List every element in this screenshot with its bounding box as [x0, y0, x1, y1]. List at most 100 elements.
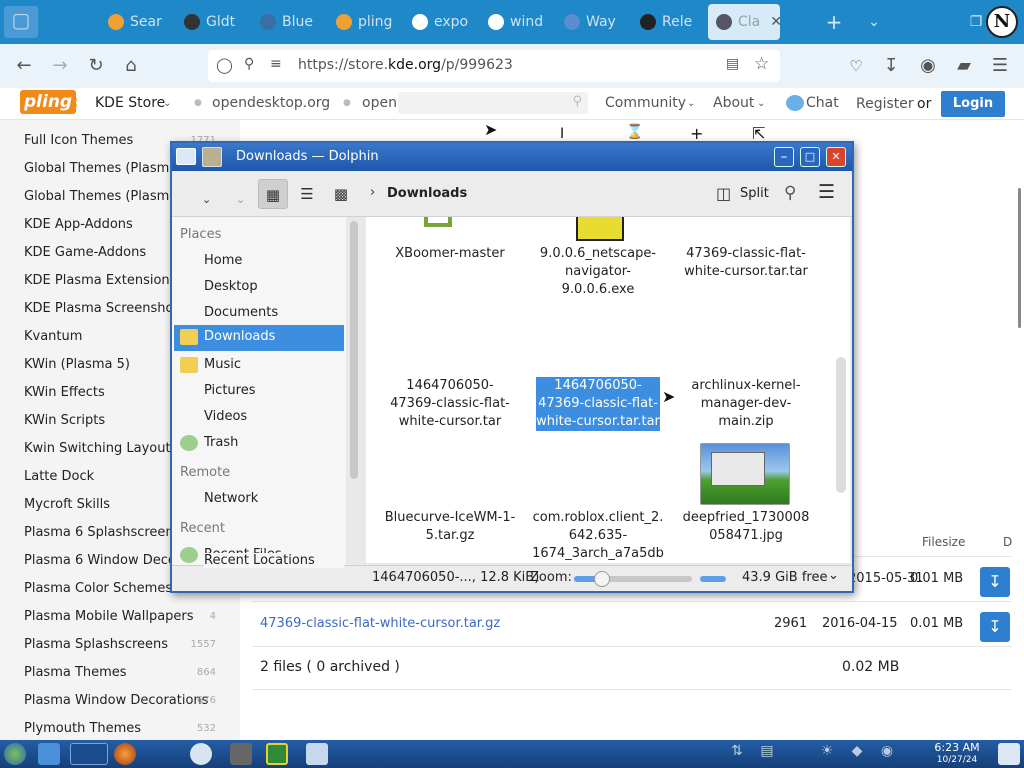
back-icon[interactable]: ←: [10, 52, 38, 80]
file-item[interactable]: XBoomer-master: [384, 245, 516, 263]
taskbar-clock[interactable]: 6:23 AM 10/27/24: [916, 740, 998, 768]
clipboard-tray-icon[interactable]: ▤: [756, 743, 778, 765]
file-item[interactable]: 1464706050-47369-classic-flat-white-curs…: [384, 377, 516, 431]
category-item[interactable]: Plasma Themes 864: [0, 665, 240, 687]
chevron-down-icon[interactable]: ⌄: [163, 98, 171, 109]
search-icon[interactable]: ⚲: [572, 94, 582, 109]
forward-icon[interactable]: →: [46, 52, 74, 80]
opendesktop-link[interactable]: opendesktop.org: [212, 95, 330, 111]
show-desktop-icon[interactable]: [998, 743, 1020, 765]
extensions-icon[interactable]: ▰: [950, 52, 978, 80]
login-button[interactable]: Login: [941, 91, 1005, 117]
lock-icon[interactable]: ⚲: [244, 56, 254, 72]
file-item[interactable]: archlinux-kernel-manager-dev-main.zip: [680, 377, 812, 431]
tab-gldt[interactable]: Gldt: [176, 4, 246, 40]
search-icon[interactable]: ⚲: [784, 183, 796, 203]
tab-list-icon[interactable]: ▢: [4, 6, 38, 38]
new-tab-icon[interactable]: +: [820, 8, 848, 36]
breadcrumb-downloads[interactable]: Downloads: [387, 186, 467, 201]
pling-logo[interactable]: pling: [20, 90, 77, 114]
place-network[interactable]: Network: [204, 491, 258, 506]
statusbar-menu-chevron-icon[interactable]: ⌄: [828, 568, 839, 583]
category-item[interactable]: Plasma Splashscreens 1557: [0, 637, 240, 659]
about-menu[interactable]: About: [713, 95, 754, 111]
profile-avatar[interactable]: N: [986, 6, 1018, 38]
reader-view-icon[interactable]: ▤: [726, 56, 739, 72]
zoom-slider[interactable]: [574, 571, 692, 587]
file-item-selected[interactable]: 1464706050-47369-classic-flat-white-curs…: [536, 377, 660, 431]
back-dropdown-icon[interactable]: ⌄: [202, 193, 211, 206]
split-icon[interactable]: ◫: [716, 184, 731, 203]
hamburger-menu-icon[interactable]: ☰: [818, 181, 835, 203]
place-recent-locations[interactable]: Recent Locations: [204, 553, 344, 568]
page-scrollbar[interactable]: [1018, 188, 1021, 328]
taskbar-terminal-icon[interactable]: [230, 743, 252, 765]
place-desktop[interactable]: Desktop: [204, 279, 258, 294]
compact-view-button[interactable]: ☰: [292, 179, 322, 209]
minimize-button[interactable]: ⎯: [774, 147, 794, 167]
url-bar[interactable]: ◯ ⚲ ≡ https://store.kde.org/p/999623 ▤ ☆: [208, 50, 780, 82]
download-icon[interactable]: ↧: [980, 567, 1010, 597]
tab-cla-active[interactable]: Cla ✕: [708, 4, 780, 40]
file-view-scrollbar[interactable]: [836, 357, 846, 493]
taskbar-firefox-icon[interactable]: [114, 743, 136, 765]
close-button[interactable]: ✕: [826, 147, 846, 167]
places-scrollbar[interactable]: [350, 221, 358, 479]
tab-way[interactable]: Way: [556, 4, 626, 40]
dolphin-titlebar[interactable]: Downloads — Dolphin ⎯ □ ✕: [172, 143, 852, 171]
site-search-input[interactable]: ⚲: [398, 92, 588, 114]
category-item[interactable]: Plasma Window Decorations 676: [0, 693, 240, 715]
url-text[interactable]: https://store.kde.org/p/999623: [298, 57, 513, 73]
file-item[interactable]: Bluecurve-IceWM-1-5.tar.gz: [384, 509, 516, 545]
download-icon[interactable]: ↧: [980, 612, 1010, 642]
tab-search[interactable]: Sear: [100, 4, 166, 40]
menu-icon[interactable]: ☰: [986, 52, 1014, 80]
taskbar-dolphin-icon[interactable]: [70, 743, 108, 765]
image-thumbnail[interactable]: [700, 443, 790, 505]
home-icon[interactable]: ⌂: [117, 52, 145, 80]
file-item[interactable]: 47369-classic-flat-white-cursor.tar.tar: [680, 245, 812, 281]
place-music[interactable]: Music: [204, 357, 241, 372]
zoom-slider-handle[interactable]: [594, 571, 611, 587]
forward-dropdown-icon[interactable]: ⌄: [236, 193, 245, 206]
place-videos[interactable]: Videos: [204, 409, 247, 424]
file-item[interactable]: 9.0.0.6_netscape-navigator-9.0.0.6.exe: [532, 245, 664, 299]
permissions-icon[interactable]: ≡: [270, 56, 282, 72]
window-menu-icon[interactable]: [202, 147, 222, 167]
wifi-tray-icon[interactable]: ◆: [846, 743, 868, 765]
chevron-down-icon[interactable]: ⌄: [757, 98, 765, 109]
tab-rele[interactable]: Rele: [632, 4, 702, 40]
register-link[interactable]: Register: [856, 96, 914, 112]
close-tab-icon[interactable]: ✕: [770, 14, 780, 30]
pocket-icon[interactable]: ♡: [842, 52, 870, 80]
file-item[interactable]: com.roblox.client_2.642.635-1674_3arch_a…: [532, 509, 664, 563]
community-menu[interactable]: Community: [605, 95, 686, 111]
maximize-button[interactable]: □: [800, 147, 820, 167]
place-trash[interactable]: Trash: [204, 435, 238, 450]
dolphin-app-icon[interactable]: [176, 148, 196, 165]
tab-expo[interactable]: expo: [404, 4, 474, 40]
chat-link[interactable]: Chat: [806, 95, 839, 111]
start-menu-icon[interactable]: [4, 743, 26, 765]
category-item[interactable]: Plasma Mobile Wallpapers 4: [0, 609, 240, 631]
taskbar-app-icon[interactable]: [190, 743, 212, 765]
tab-pling[interactable]: pling: [328, 4, 398, 40]
account-icon[interactable]: ◉: [914, 52, 942, 80]
file-item[interactable]: deepfried_1730008058471.jpg: [680, 509, 812, 545]
kde-store-dropdown[interactable]: KDE Store: [95, 95, 165, 111]
place-pictures[interactable]: Pictures: [204, 383, 255, 398]
taskbar-files-icon[interactable]: [38, 743, 60, 765]
tab-blue[interactable]: Blue: [252, 4, 322, 40]
taskbar-pause-icon[interactable]: [306, 743, 328, 765]
chat-icon[interactable]: [786, 95, 804, 111]
place-home[interactable]: Home: [204, 253, 242, 268]
tab-wind[interactable]: wind: [480, 4, 550, 40]
network-tray-icon[interactable]: ⇅: [726, 743, 748, 765]
reload-icon[interactable]: ↻: [82, 52, 110, 80]
tab-menu-chevron-icon[interactable]: ⌄: [860, 8, 888, 36]
shield-icon[interactable]: ◯: [216, 56, 233, 74]
downloads-icon[interactable]: ↧: [877, 52, 905, 80]
taskbar-kdeconnect-icon[interactable]: [266, 743, 288, 765]
open-link[interactable]: open: [362, 95, 397, 111]
bookmark-star-icon[interactable]: ☆: [754, 54, 769, 74]
